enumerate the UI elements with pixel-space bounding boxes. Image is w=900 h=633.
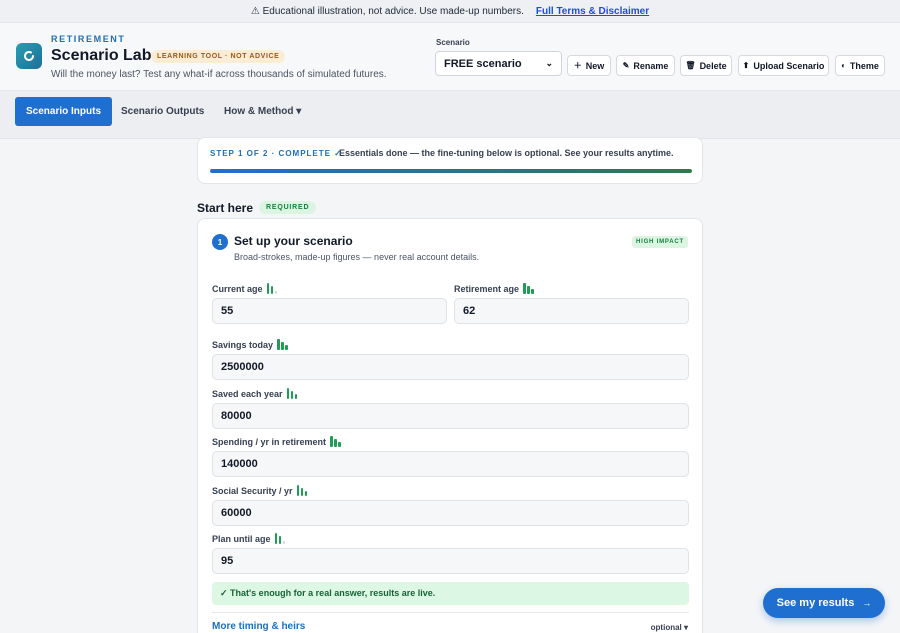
tab-how-method[interactable]: How & Method ▾ [213, 97, 312, 126]
upload-icon: ⬆ [742, 61, 750, 70]
results-live-message: ✓ That's enough for a real answer, resul… [212, 582, 689, 605]
scenario-select[interactable]: FREE scenario ⌄ [435, 51, 562, 76]
main-tabs: Scenario Inputs Scenario Outputs How & M… [0, 91, 900, 139]
scenario-label: Scenario [436, 38, 470, 47]
retirement-age-input[interactable]: 62 [454, 298, 689, 324]
social-security-input[interactable]: 60000 [212, 500, 689, 526]
section-subtitle: Broad-strokes, made-up figures — never r… [234, 252, 480, 262]
current-age-input[interactable]: 55 [212, 298, 447, 324]
arrow-right-icon: → [862, 598, 872, 608]
progress-bar-fill [210, 169, 692, 173]
impact-bars-icon [286, 388, 298, 399]
impact-bars-icon [330, 436, 341, 447]
progress-bar [210, 169, 692, 173]
theme-icon: ◐ [841, 61, 846, 70]
theme-button[interactable]: ◐ Theme [835, 55, 885, 76]
progress-card: STEP 1 OF 2 · COMPLETE ✓ Essentials done… [197, 137, 703, 184]
plus-icon: ＋ [573, 61, 582, 70]
divider [212, 612, 689, 613]
required-badge: REQUIRED [259, 201, 317, 214]
step-indicator: STEP 1 OF 2 · COMPLETE ✓ [210, 149, 342, 158]
start-here-heading: Start here [197, 201, 254, 215]
progress-message: Essentials done — the fine-tuning below … [339, 148, 674, 158]
app-tagline: Will the money last? Test any what-if ac… [51, 69, 387, 80]
see-results-button[interactable]: See my results → [763, 588, 885, 618]
more-timing-link[interactable]: More timing & heirs [212, 621, 305, 632]
spending-input[interactable]: 140000 [212, 451, 689, 477]
impact-bars-icon [296, 485, 308, 496]
pencil-icon: ✎ [622, 61, 630, 70]
optional-toggle[interactable]: optional ▾ [651, 623, 688, 632]
app-kicker: RETIREMENT [51, 34, 126, 44]
saved-each-year-input[interactable]: 80000 [212, 403, 689, 429]
trash-icon: 🗑 [685, 61, 696, 70]
disclaimer-text: ⚠ Educational illustration, not advice. … [250, 5, 524, 17]
impact-bars-icon [266, 283, 278, 294]
app-header: RETIREMENT Scenario Lab. LEARNING TOOL ·… [0, 23, 900, 91]
app-logo-icon [16, 43, 42, 69]
section-title: Set up your scenario [234, 234, 353, 248]
social-security-label: Social Security / yr [212, 485, 308, 496]
plan-until-age-label: Plan until age [212, 533, 286, 544]
new-scenario-button[interactable]: ＋ New [567, 55, 611, 76]
scenario-select-value: FREE scenario [444, 57, 522, 70]
savings-today-input[interactable]: 2500000 [212, 354, 689, 380]
impact-bars-icon [274, 533, 286, 544]
scenario-setup-card: 1 Set up your scenario Broad-strokes, ma… [197, 218, 703, 633]
delete-button[interactable]: 🗑 Delete [680, 55, 732, 76]
learning-tool-badge: LEARNING TOOL · NOT ADVICE [151, 50, 286, 63]
terms-link[interactable]: Full Terms & Disclaimer [536, 6, 649, 17]
current-age-label: Current age [212, 283, 278, 294]
impact-bars-icon [523, 283, 534, 294]
high-impact-badge: HIGH IMPACT [631, 236, 688, 248]
chevron-down-icon: ⌄ [545, 58, 553, 68]
upload-scenario-button[interactable]: ⬆ Upload Scenario [738, 55, 829, 76]
section-number: 1 [212, 234, 228, 250]
app-title: Scenario Lab. [51, 47, 156, 64]
disclaimer-banner: ⚠ Educational illustration, not advice. … [0, 0, 900, 23]
tab-scenario-inputs[interactable]: Scenario Inputs [15, 97, 113, 126]
plan-until-age-input[interactable]: 95 [212, 548, 689, 574]
retirement-age-label: Retirement age [454, 283, 534, 294]
saved-each-year-label: Saved each year [212, 388, 298, 399]
spending-label: Spending / yr in retirement [212, 436, 341, 447]
impact-bars-icon [277, 339, 288, 350]
tab-scenario-outputs[interactable]: Scenario Outputs [110, 97, 215, 126]
savings-today-label: Savings today [212, 339, 288, 350]
rename-button[interactable]: ✎ Rename [616, 55, 675, 76]
